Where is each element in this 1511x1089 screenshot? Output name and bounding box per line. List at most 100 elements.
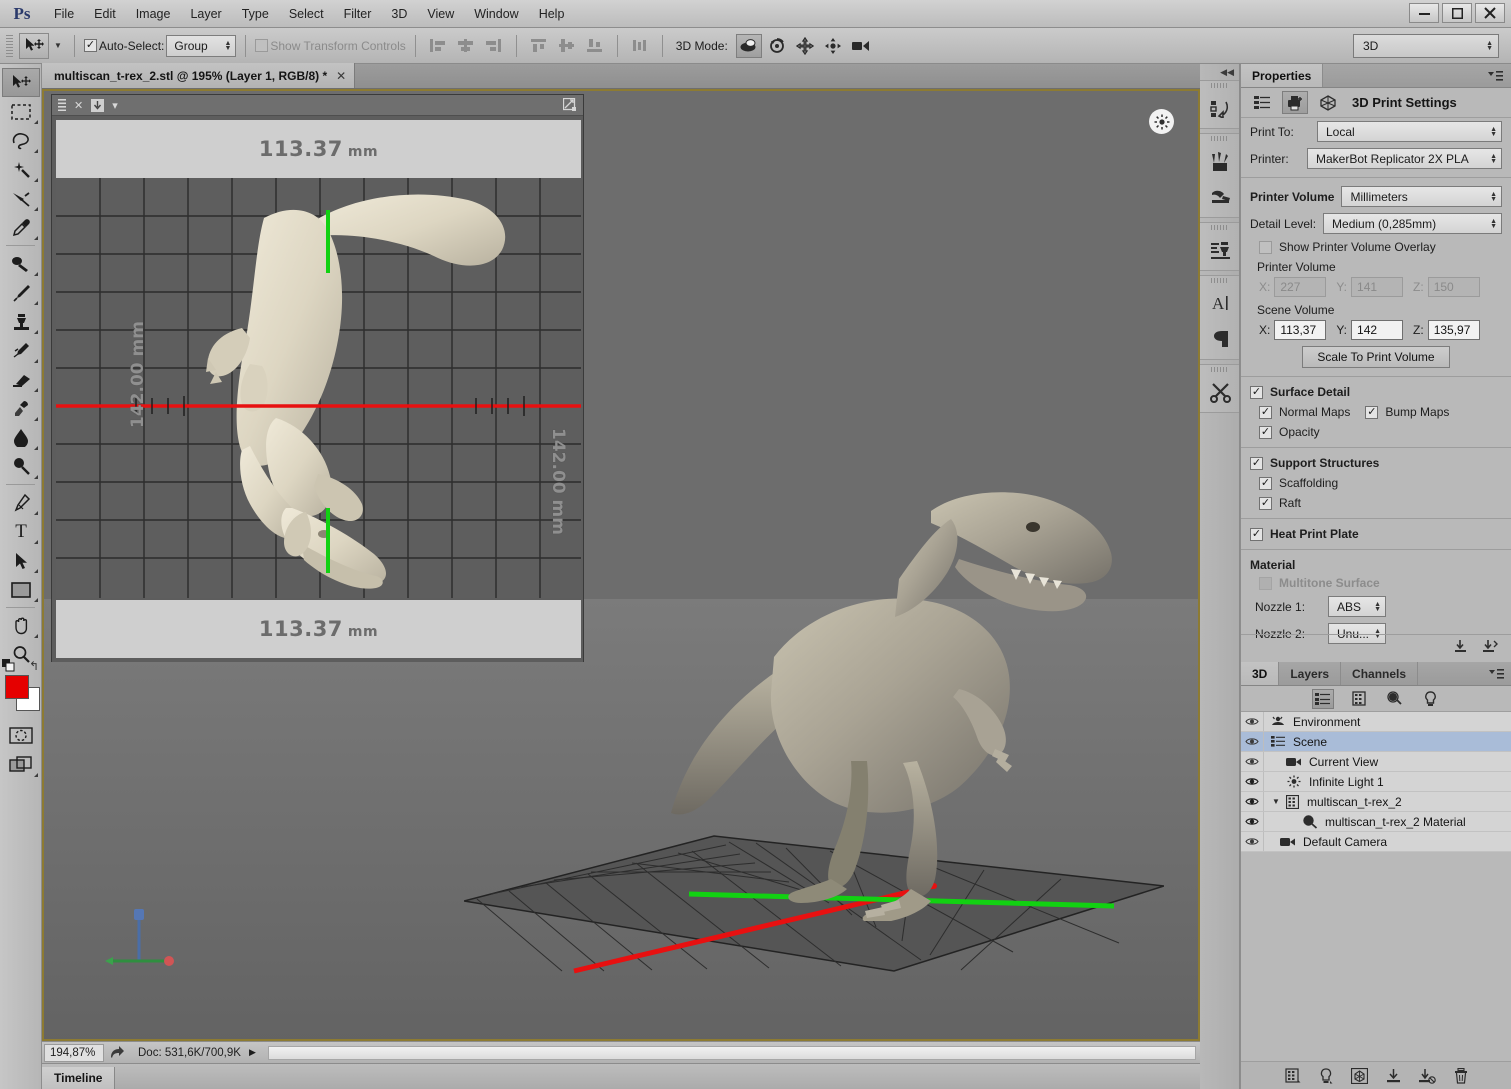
close-button[interactable] — [1475, 3, 1505, 23]
visibility-eye-icon[interactable] — [1241, 792, 1264, 811]
quick-mask-button[interactable] — [2, 721, 40, 750]
minimize-button[interactable] — [1409, 3, 1439, 23]
filter-materials-icon[interactable] — [1384, 689, 1406, 709]
menu-view[interactable]: View — [417, 0, 464, 28]
align-horizontal-centers-icon[interactable] — [453, 34, 479, 58]
bump-maps-checkbox[interactable]: ✓ — [1365, 405, 1379, 419]
3d-print-settings-tab-icon[interactable] — [1282, 91, 1308, 114]
adjustments-panel-icon[interactable] — [1200, 232, 1240, 268]
history-panel-icon[interactable] — [1200, 90, 1240, 126]
brush-tool[interactable] — [2, 278, 40, 307]
print-3d-icon[interactable] — [1482, 639, 1498, 653]
menu-edit[interactable]: Edit — [84, 0, 126, 28]
clone-stamp-tool[interactable] — [2, 307, 40, 336]
axis-gizmo[interactable] — [99, 901, 179, 971]
menu-type[interactable]: Type — [232, 0, 279, 28]
dock-collapse-icon[interactable]: ◀◀ — [1200, 64, 1239, 80]
gradient-tool[interactable] — [2, 394, 40, 423]
maximize-button[interactable] — [1442, 3, 1472, 23]
status-scrollbar[interactable] — [267, 1045, 1196, 1060]
delete-icon[interactable] — [1454, 1067, 1468, 1084]
align-bottom-edges-icon[interactable] — [582, 34, 608, 58]
menu-window[interactable]: Window — [464, 0, 528, 28]
3d-viewport[interactable]: ✕ ▾ 113.37 mm 142.00 mm 142.00 mm 113.37… — [44, 91, 1198, 1039]
path-selection-tool[interactable] — [2, 546, 40, 575]
menu-3d[interactable]: 3D — [381, 0, 417, 28]
workspace-select[interactable]: 3D ▲ ▼ — [1353, 33, 1499, 58]
blur-tool[interactable] — [2, 423, 40, 452]
align-left-edges-icon[interactable] — [425, 34, 451, 58]
foreground-color-swatch[interactable] — [5, 675, 29, 699]
history-brush-tool[interactable] — [2, 336, 40, 365]
tab-layers[interactable]: Layers — [1279, 662, 1342, 685]
scissors-icon[interactable] — [1200, 374, 1240, 410]
add-mesh-icon[interactable] — [1285, 1068, 1301, 1083]
support-structures-checkbox[interactable]: ✓ — [1250, 456, 1263, 470]
tab-channels[interactable]: Channels — [1341, 662, 1419, 685]
pen-tool[interactable] — [2, 488, 40, 517]
print-preview-toggle-icon[interactable] — [1453, 639, 1468, 653]
active-tool-icon[interactable] — [19, 32, 49, 59]
visibility-eye-icon[interactable] — [1241, 772, 1264, 791]
scene-row-environment[interactable]: Environment — [1241, 712, 1511, 732]
auto-select-checkbox[interactable]: ✓ — [84, 39, 97, 52]
surface-detail-checkbox[interactable]: ✓ — [1250, 385, 1263, 399]
menu-filter[interactable]: Filter — [334, 0, 382, 28]
preview-caret-icon[interactable]: ▾ — [112, 99, 118, 112]
show-printer-volume-overlay-checkbox[interactable] — [1259, 240, 1272, 254]
eraser-tool[interactable] — [2, 365, 40, 394]
visibility-eye-icon[interactable] — [1241, 712, 1264, 731]
marquee-tool[interactable] — [2, 97, 40, 126]
scene-row-scene[interactable]: Scene — [1241, 732, 1511, 752]
rectangle-tool[interactable] — [2, 575, 40, 604]
lasso-tool[interactable] — [2, 126, 40, 155]
status-expand-icon[interactable]: ▶ — [241, 1047, 264, 1058]
menu-file[interactable]: File — [44, 0, 84, 28]
3d-model-trex[interactable] — [659, 461, 1139, 921]
scene-row-default-camera[interactable]: Default Camera — [1241, 832, 1511, 852]
document-tab[interactable]: multiscan_t-rex_2.stl @ 195% (Layer 1, R… — [42, 63, 356, 88]
menu-layer[interactable]: Layer — [180, 0, 231, 28]
remove-from-ground-icon[interactable] — [1419, 1068, 1436, 1084]
menu-image[interactable]: Image — [126, 0, 181, 28]
printer-volume-units-select[interactable]: Millimeters ▲ ▼ — [1341, 186, 1502, 207]
timeline-tab[interactable]: Timeline — [42, 1067, 116, 1089]
visibility-eye-icon[interactable] — [1241, 832, 1264, 851]
scene-light-widget[interactable] — [1149, 109, 1174, 134]
move-tool[interactable] — [2, 68, 40, 97]
preview-collapse-icon[interactable] — [91, 98, 105, 112]
scene-row-multiscan-t-rex-2[interactable]: ▼ multiscan_t-rex_2 — [1241, 792, 1511, 812]
share-icon[interactable] — [110, 1046, 124, 1059]
3d-roll-mode-icon[interactable] — [764, 34, 790, 58]
scene-properties-tab-icon[interactable] — [1249, 91, 1275, 114]
character-panel-icon[interactable]: A — [1200, 285, 1240, 321]
disclosure-triangle-icon[interactable]: ▼ — [1270, 797, 1282, 806]
scene-volume-z-field[interactable]: 135,97 — [1427, 320, 1480, 340]
dock-grip[interactable] — [1200, 134, 1239, 143]
print-to-select[interactable]: Local ▲ ▼ — [1317, 121, 1502, 142]
normal-maps-checkbox[interactable]: ✓ — [1259, 405, 1272, 419]
dodge-tool[interactable] — [2, 452, 40, 481]
align-right-edges-icon[interactable] — [481, 34, 507, 58]
heat-print-plate-checkbox[interactable]: ✓ — [1250, 527, 1263, 541]
scene-row-multiscan-t-rex-2-material[interactable]: multiscan_t-rex_2 Material — [1241, 812, 1511, 832]
3d-panel-menu-icon[interactable] — [1481, 662, 1511, 685]
auto-select-scope-select[interactable]: Group ▲ ▼ — [166, 34, 237, 57]
options-bar-grip[interactable] — [6, 34, 13, 57]
document-canvas[interactable]: ✕ ▾ 113.37 mm 142.00 mm 142.00 mm 113.37… — [42, 89, 1200, 1041]
filter-scene-icon[interactable] — [1311, 688, 1334, 709]
align-top-edges-icon[interactable] — [526, 34, 552, 58]
preview-expand-icon[interactable] — [563, 98, 577, 112]
brush-presets-panel-icon[interactable] — [1200, 179, 1240, 215]
preview-close-icon[interactable]: ✕ — [74, 99, 83, 112]
default-colors-icon[interactable] — [2, 659, 15, 672]
type-tool[interactable]: T — [2, 517, 40, 546]
align-vertical-centers-icon[interactable] — [554, 34, 580, 58]
3d-slide-mode-icon[interactable] — [820, 34, 846, 58]
scene-volume-y-field[interactable]: 142 — [1351, 320, 1404, 340]
scene-volume-x-field[interactable]: 113,37 — [1274, 320, 1327, 340]
3d-rotate-mode-icon[interactable] — [735, 33, 762, 58]
tool-preset-caret-icon[interactable]: ▼ — [51, 33, 65, 59]
printer-select[interactable]: MakerBot Replicator 2X PLA ▲ ▼ — [1307, 148, 1502, 169]
dock-grip[interactable] — [1200, 276, 1239, 285]
